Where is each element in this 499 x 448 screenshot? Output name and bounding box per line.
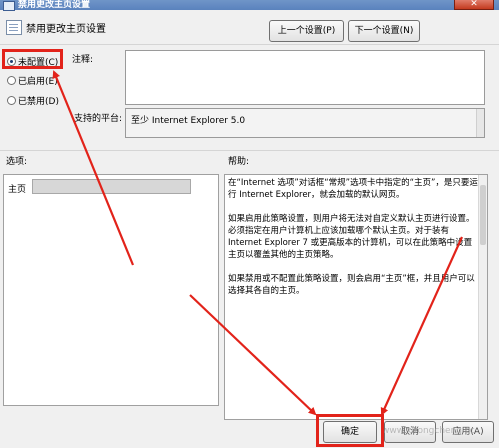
divider	[0, 44, 499, 45]
divider	[0, 150, 499, 151]
help-panel: 在“Internet 选项”对话框“常规”选项卡中指定的“主页”，是只要运行 I…	[224, 174, 488, 420]
help-paragraph: 如果启用此策略设置，则用户将无法对自定义默认主页进行设置。必须指定在用户计算机上…	[228, 213, 475, 261]
policy-icon	[6, 20, 22, 35]
homepage-input[interactable]	[32, 179, 191, 194]
close-button[interactable]: ✕	[454, 0, 494, 10]
help-paragraph: 如果禁用或不配置此策略设置，则会启用“主页”框，并且用户可以选择其各自的主页。	[228, 273, 475, 297]
help-text: 在“Internet 选项”对话框“常规”选项卡中指定的“主页”，是只要运行 I…	[228, 177, 480, 308]
supported-platform-label: 支持的平台:	[74, 114, 123, 124]
help-scrollbar[interactable]	[478, 175, 487, 419]
radio-enabled[interactable]: 已启用(E)	[7, 74, 58, 87]
scrollbar[interactable]	[476, 109, 484, 137]
watermark: www.xitongcheng.cc	[382, 426, 475, 436]
comment-label: 注释:	[72, 55, 94, 65]
title-bar: 禁用更改主页设置 ✕	[0, 0, 499, 11]
radio-disabled[interactable]: 已禁用(D)	[7, 94, 59, 107]
previous-setting-button[interactable]: 上一个设置(P)	[269, 20, 344, 42]
highlight-box-ok	[316, 414, 384, 447]
setting-name: 禁用更改主页设置	[26, 24, 106, 35]
homepage-label: 主页	[8, 185, 27, 195]
window-title: 禁用更改主页设置	[18, 0, 91, 10]
highlight-box-not-configured	[2, 49, 63, 69]
supported-platform-value: 至少 Internet Explorer 5.0	[131, 116, 246, 126]
radio-indicator[interactable]	[7, 76, 16, 85]
scrollbar-thumb[interactable]	[480, 185, 486, 245]
help-paragraph: 在“Internet 选项”对话框“常规”选项卡中指定的“主页”，是只要运行 I…	[228, 178, 478, 201]
window-icon	[3, 1, 15, 11]
next-setting-button[interactable]: 下一个设置(N)	[348, 20, 420, 42]
radio-indicator[interactable]	[7, 96, 16, 105]
comment-textarea[interactable]	[125, 50, 485, 105]
radio-label: 已禁用(D)	[18, 97, 59, 107]
options-label: 选项:	[6, 157, 28, 167]
radio-label: 已启用(E)	[18, 77, 58, 87]
help-label: 帮助:	[228, 157, 250, 167]
options-panel: 主页	[3, 174, 219, 406]
supported-platform-field: 至少 Internet Explorer 5.0	[125, 108, 485, 138]
